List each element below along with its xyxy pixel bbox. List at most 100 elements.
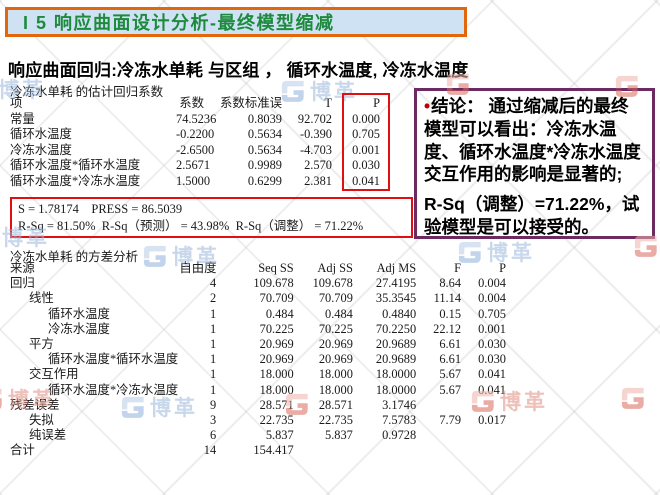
page-title: I 5 响应曲面设计分析-最终模型缩减 [23,9,335,35]
cell-seq_ss: 70.709 [216,291,294,306]
cell-seq_ss: 18.000 [216,383,294,398]
cell-f: 5.67 [416,367,461,382]
column-header-source: 来源 [8,261,177,276]
conclusion-paragraph-2: R-Sq（调整）=71.22%，试验模型是可以接受的。 [424,193,645,239]
table-row: 循环水温度10.4840.4840.48400.150.705 [8,307,506,322]
cell-df: 1 [177,307,216,322]
cell-source: 回归 [8,276,177,291]
cell-p [461,398,506,413]
cell-se: 0.5634 [204,127,282,143]
cell-adj_ss: 0.484 [294,307,353,322]
cell-coef: 1.5000 [174,174,204,190]
cell-df: 1 [177,383,216,398]
cell-f: 8.64 [416,276,461,291]
table-row: 线性270.70970.70935.354511.140.004 [8,291,506,306]
cell-source: 纯误差 [8,428,177,443]
column-header-f: F [416,261,461,276]
cell-f [416,428,461,443]
cell-se: 0.6299 [204,174,282,190]
table-row: 冷冻水温度170.22570.22570.225022.120.001 [8,322,506,337]
model-summary-box: S = 1.78174 PRESS = 86.5039 R-Sq = 81.50… [10,197,413,238]
cell-seq_ss: 28.571 [216,398,294,413]
cell-adj_ss: 22.735 [294,413,353,428]
cell-df: 1 [177,337,216,352]
bullet-icon: • [424,96,430,116]
cell-se: 0.9989 [204,158,282,174]
column-header-coef: 系数 [174,96,204,112]
cell-seq_ss: 154.417 [216,443,294,458]
cell-source: 线性 [8,291,177,306]
cell-p: 0.017 [461,413,506,428]
cell-adj_ss: 70.709 [294,291,353,306]
cell-adj_ms: 27.4195 [353,276,416,291]
cell-source: 交互作用 [8,367,177,382]
cell-source: 平方 [8,337,177,352]
cell-adj_ss: 18.000 [294,367,353,382]
conclusion-text-1: 结论： 通过缩减后的最终模型可以看出：冷冻水温度、循环水温度*冷冻水温度交互作用… [424,96,641,184]
cell-p: 0.004 [461,276,506,291]
cell-t: -0.390 [282,127,332,143]
cell-t: 2.381 [282,174,332,190]
model-summary-line2: R-Sq = 81.50% R-Sq（预测） = 43.98% R-Sq（调整）… [18,218,411,235]
cell-term: 循环水温度*冷冻水温度 [8,174,174,190]
cell-p: 0.001 [461,322,506,337]
cell-f: 5.67 [416,383,461,398]
cell-source: 循环水温度*冷冻水温度 [8,383,177,398]
cell-f: 11.14 [416,291,461,306]
cell-adj_ss: 5.837 [294,428,353,443]
cell-p [461,443,506,458]
cell-df: 2 [177,291,216,306]
cell-adj_ms: 20.9689 [353,337,416,352]
column-header-adj_ms: Adj MS [353,261,416,276]
column-header-adj_ss: Adj SS [294,261,353,276]
coef-table: 项系数系数标准误TP常量74.52360.803992.7020.000循环水温… [8,96,380,190]
cell-df: 4 [177,276,216,291]
cell-df: 6 [177,428,216,443]
cell-adj_ms: 20.9689 [353,352,416,367]
table-row: 循环水温度-0.22000.5634-0.3900.705 [8,127,380,143]
table-row: 回归4109.678109.67827.41958.640.004 [8,276,506,291]
cell-coef: -2.6500 [174,143,204,159]
cell-coef: -0.2200 [174,127,204,143]
column-header-seq_ss: Seq SS [216,261,294,276]
column-header-df: 自由度 [177,261,216,276]
table-row: 交互作用118.00018.00018.00005.670.041 [8,367,506,382]
cell-seq_ss: 109.678 [216,276,294,291]
cell-df: 1 [177,322,216,337]
cell-f [416,398,461,413]
p-column-highlight-box [342,93,390,191]
cell-p: 0.030 [461,352,506,367]
cell-f: 6.61 [416,337,461,352]
header-row: 项系数系数标准误TP [8,96,380,112]
cell-df: 3 [177,413,216,428]
cell-se: 0.5634 [204,143,282,159]
regression-subtitle: 响应曲面回归:冷冻水单耗 与区组 ， 循环水温度, 冷冻水温度 [8,56,468,81]
conclusion-paragraph-1: •结论： 通过缩减后的最终模型可以看出：冷冻水温度、循环水温度*冷冻水温度交互作… [424,95,645,186]
cell-adj_ss: 70.225 [294,322,353,337]
cell-f: 0.15 [416,307,461,322]
cell-adj_ms: 35.3545 [353,291,416,306]
cell-seq_ss: 20.969 [216,352,294,367]
cell-adj_ss [294,443,353,458]
cell-adj_ss: 20.969 [294,352,353,367]
cell-adj_ss: 18.000 [294,383,353,398]
cell-p: 0.004 [461,291,506,306]
conclusion-text-2: R-Sq（调整）=71.22%，试验模型是可以接受的。 [424,194,639,237]
cell-adj_ms: 18.0000 [353,383,416,398]
table-row: 循环水温度*循环水温度2.56710.99892.5700.030 [8,158,380,174]
table-row: 失拟322.73522.7357.57837.790.017 [8,413,506,428]
cell-t: 2.570 [282,158,332,174]
cell-seq_ss: 20.969 [216,337,294,352]
table-row: 常量74.52360.803992.7020.000 [8,112,380,128]
cell-df: 1 [177,352,216,367]
column-header-t: T [282,96,332,112]
anova-table: 来源自由度Seq SSAdj SSAdj MSFP回归4109.678109.6… [8,261,506,459]
watermark-text: 博革 [500,386,548,416]
cell-source: 残差误差 [8,398,177,413]
cell-source: 循环水温度 [8,307,177,322]
cell-p: 0.705 [461,307,506,322]
table-row: 合计14154.417 [8,443,506,458]
cell-df: 14 [177,443,216,458]
table-row: 冷冻水温度-2.65000.5634-4.7030.001 [8,143,380,159]
cell-adj_ms: 70.2250 [353,322,416,337]
